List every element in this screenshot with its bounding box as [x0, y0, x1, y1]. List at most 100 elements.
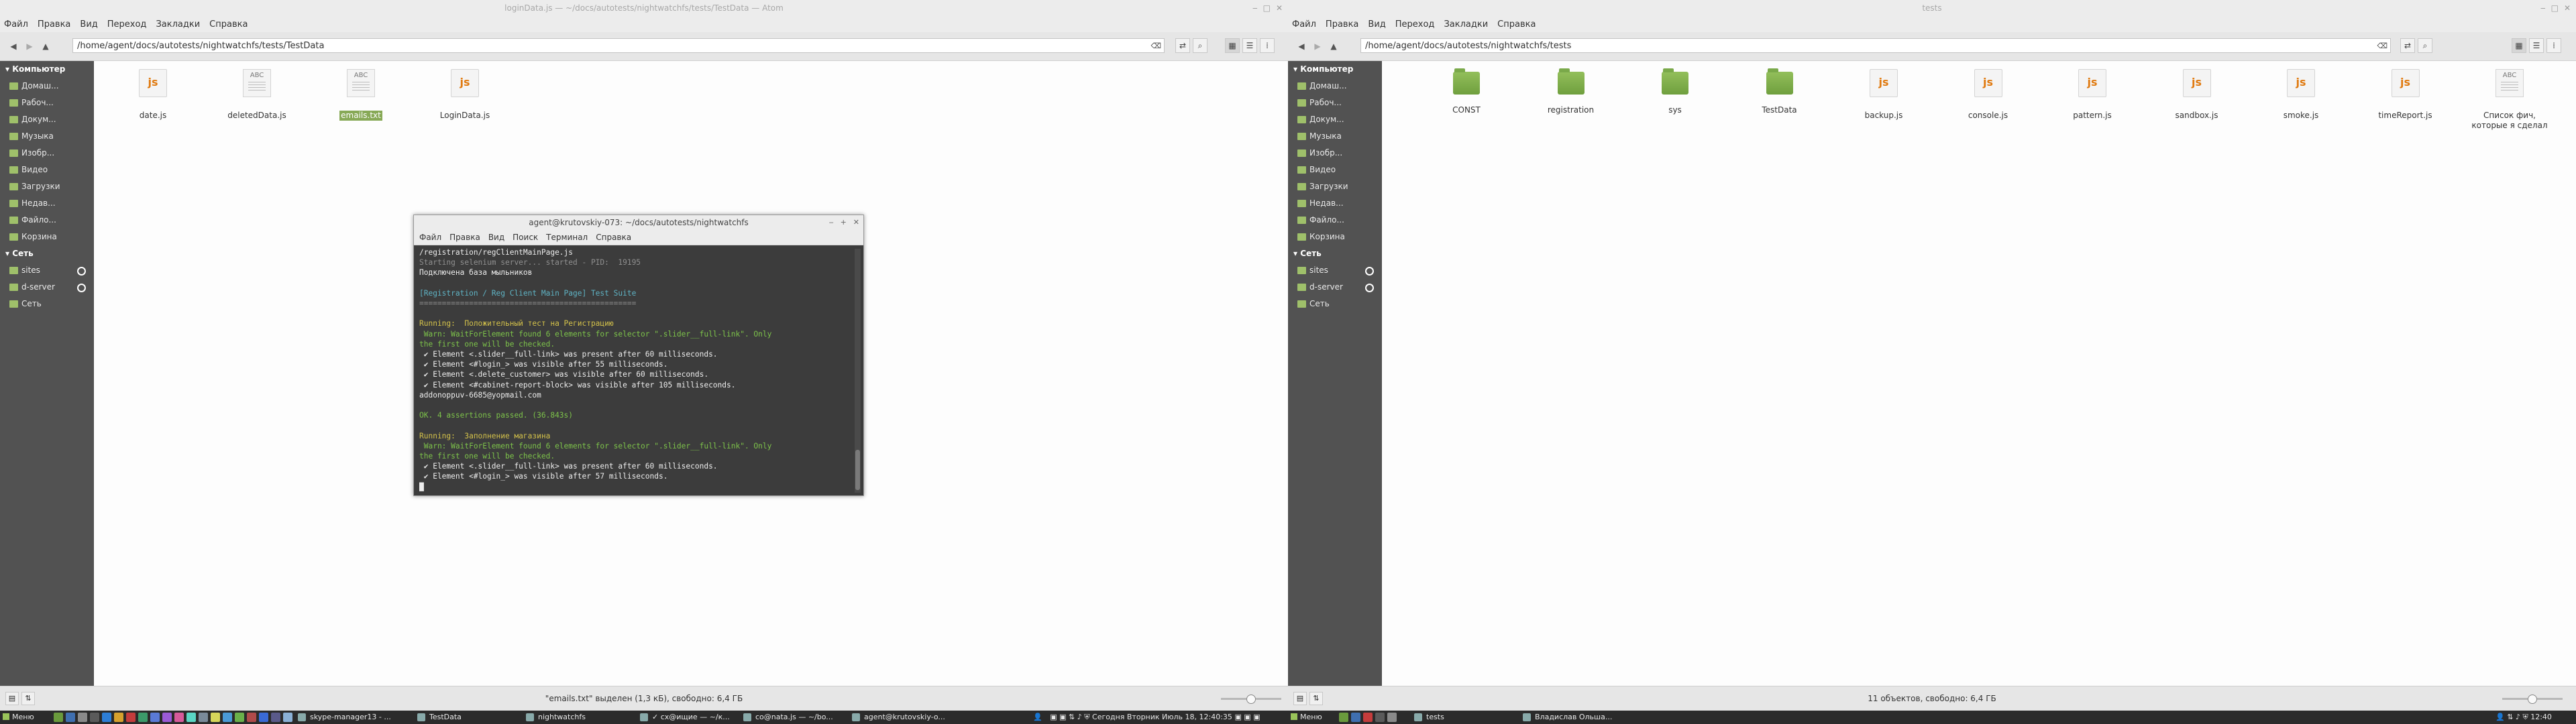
terminal-launcher-icon[interactable] — [90, 713, 99, 722]
file-item[interactable]: sys — [1635, 68, 1715, 115]
taskbar-window-button[interactable]: skype-manager13 - ... — [295, 711, 423, 723]
eject-icon[interactable] — [1365, 267, 1374, 276]
up-arrow-icon[interactable]: ▲ — [39, 40, 52, 53]
app-launcher-icon[interactable] — [247, 713, 256, 722]
list-view-icon[interactable]: ☰ — [1242, 38, 1257, 53]
sidebar-item[interactable]: Рабоч... — [1288, 95, 1382, 111]
menu-item[interactable]: Переход — [107, 19, 147, 29]
show-desktop-icon[interactable] — [1339, 713, 1348, 722]
sidebar-item[interactable]: Изобр... — [0, 145, 94, 162]
file-item[interactable]: js date.js — [113, 69, 193, 121]
menu-item[interactable]: Файл — [419, 233, 441, 242]
sidebar-item[interactable]: Загрузки — [0, 178, 94, 195]
sidebar-item[interactable]: Рабоч... — [0, 95, 94, 111]
menu-item[interactable]: Поиск — [513, 233, 538, 242]
menu-item[interactable]: Правка — [38, 19, 70, 29]
file-item[interactable]: TestData — [1739, 68, 1820, 115]
user-icon[interactable]: 👤 — [1033, 713, 1042, 721]
sidebar-section-computer[interactable]: ▾ Компьютер — [1288, 61, 1382, 78]
sidebar-item[interactable]: Файло... — [1288, 212, 1382, 229]
sidebar-item[interactable]: Файло... — [0, 212, 94, 229]
menu-item[interactable]: Закладки — [1444, 19, 1488, 29]
sidebar-network-item[interactable]: d-server — [1288, 279, 1382, 296]
menu-item[interactable]: Файл — [4, 19, 28, 29]
browser-launcher-icon[interactable] — [66, 713, 75, 722]
sidebar-section-computer[interactable]: ▾ Компьютер — [0, 61, 94, 78]
app-launcher-icon[interactable] — [211, 713, 220, 722]
close-icon[interactable]: ✕ — [1276, 3, 1283, 13]
search-icon[interactable]: ⌕ — [1193, 38, 1208, 53]
file-item[interactable]: registration — [1531, 68, 1611, 115]
maximize-icon[interactable]: + — [841, 215, 847, 230]
tray-icon[interactable]: ▣ — [1059, 713, 1066, 721]
user-icon[interactable]: 👤 — [2496, 713, 2505, 721]
sidebar-network-item[interactable]: d-server — [0, 279, 94, 296]
taskbar-window-button[interactable]: ✓ cx@ищие — ~/к... — [637, 711, 753, 723]
up-arrow-icon[interactable]: ▲ — [1327, 40, 1340, 53]
file-item[interactable]: js smoke.js — [2261, 69, 2341, 121]
sidebar-section-network[interactable]: ▾ Сеть — [0, 245, 94, 262]
app-launcher-icon[interactable] — [162, 713, 172, 722]
sidebar-item[interactable]: Корзина — [1288, 229, 1382, 245]
sidebar-item[interactable]: Изобр... — [1288, 145, 1382, 162]
app-launcher-icon[interactable] — [1363, 713, 1373, 722]
icon-view-icon[interactable]: ▦ — [2512, 38, 2526, 53]
sidebar-item[interactable]: Музыка — [1288, 128, 1382, 145]
file-item[interactable]: js LoginData.js — [425, 69, 505, 121]
compact-view-icon[interactable]: ⁞ — [2546, 38, 2561, 53]
location-path[interactable]: /home/agent/docs/autotests/nightwatchfs/… — [1360, 38, 2391, 53]
menu-item[interactable]: Переход — [1395, 19, 1435, 29]
menu-item[interactable]: Закладки — [156, 19, 200, 29]
sidebar-item[interactable]: Докум... — [0, 111, 94, 128]
clear-path-icon[interactable]: ⌫ — [2377, 39, 2387, 54]
forward-arrow-icon[interactable]: ▶ — [23, 40, 36, 53]
file-item[interactable]: CONST — [1426, 68, 1507, 115]
menu-item[interactable]: Вид — [488, 233, 504, 242]
zoom-slider[interactable] — [1221, 695, 1281, 704]
app-launcher-icon[interactable] — [271, 713, 280, 722]
maximize-icon[interactable]: □ — [2551, 3, 2559, 13]
taskbar-window-button[interactable]: Владислав Ольша... — [1520, 711, 1642, 723]
sidebar-item[interactable]: Видео — [1288, 162, 1382, 178]
file-item[interactable]: ABC Список фич, которые я сделал — [2469, 69, 2550, 131]
skype-launcher-icon[interactable] — [102, 713, 111, 722]
scrollbar-thumb[interactable] — [855, 450, 860, 490]
app-launcher-icon[interactable] — [259, 713, 268, 722]
eject-icon[interactable] — [77, 284, 86, 292]
sidebar-item[interactable]: Музыка — [0, 128, 94, 145]
tray-icon[interactable]: ▣ — [1234, 713, 1241, 721]
app-launcher-icon[interactable] — [223, 713, 232, 722]
menu-item[interactable]: Вид — [80, 19, 97, 29]
app-launcher-icon[interactable] — [138, 713, 148, 722]
toggle-location-icon[interactable]: ⇄ — [2400, 38, 2415, 53]
file-item[interactable]: js backup.js — [1843, 69, 1924, 121]
menu-item[interactable]: Справка — [1497, 19, 1536, 29]
file-item[interactable]: js sandbox.js — [2157, 69, 2237, 121]
forward-arrow-icon[interactable]: ▶ — [1311, 40, 1324, 53]
terminal-window[interactable]: agent@krutovskiy-073: ~/docs/autotests/n… — [413, 215, 864, 496]
network-icon[interactable]: ⇅ — [1069, 713, 1075, 721]
sidebar-item[interactable]: Домаш... — [1288, 78, 1382, 95]
compact-view-icon[interactable]: ⁞ — [1260, 38, 1275, 53]
datetime[interactable]: Сегодня Вторник Июль 18, 12:40:35 — [1092, 713, 1232, 721]
files-launcher-icon[interactable] — [78, 713, 87, 722]
sidebar-network-item[interactable]: sites — [1288, 262, 1382, 279]
clear-path-icon[interactable]: ⌫ — [1150, 39, 1161, 54]
start-menu-button[interactable]: Меню — [1291, 711, 1322, 724]
network-icon[interactable]: ⇅ — [2507, 713, 2513, 721]
search-icon[interactable]: ⌕ — [2418, 38, 2432, 53]
sidebar-item[interactable]: Домаш... — [0, 78, 94, 95]
file-item[interactable]: js console.js — [1948, 69, 2029, 121]
menu-item[interactable]: Терминал — [546, 233, 588, 242]
browser-launcher-icon[interactable] — [1351, 713, 1360, 722]
minimize-icon[interactable]: ‒ — [2540, 3, 2546, 13]
app-launcher-icon[interactable] — [283, 713, 292, 722]
sidebar-item[interactable]: Недав... — [0, 195, 94, 212]
file-item[interactable]: ABC emails.txt — [321, 69, 401, 121]
eject-icon[interactable] — [77, 267, 86, 276]
menu-item[interactable]: Справка — [596, 233, 631, 242]
taskbar-window-button[interactable]: co@nata.js — ~/bo... — [741, 711, 856, 723]
sidebar-section-network[interactable]: ▾ Сеть — [1288, 245, 1382, 262]
show-desktop-icon[interactable] — [54, 713, 63, 722]
menu-item[interactable]: Правка — [449, 233, 480, 242]
